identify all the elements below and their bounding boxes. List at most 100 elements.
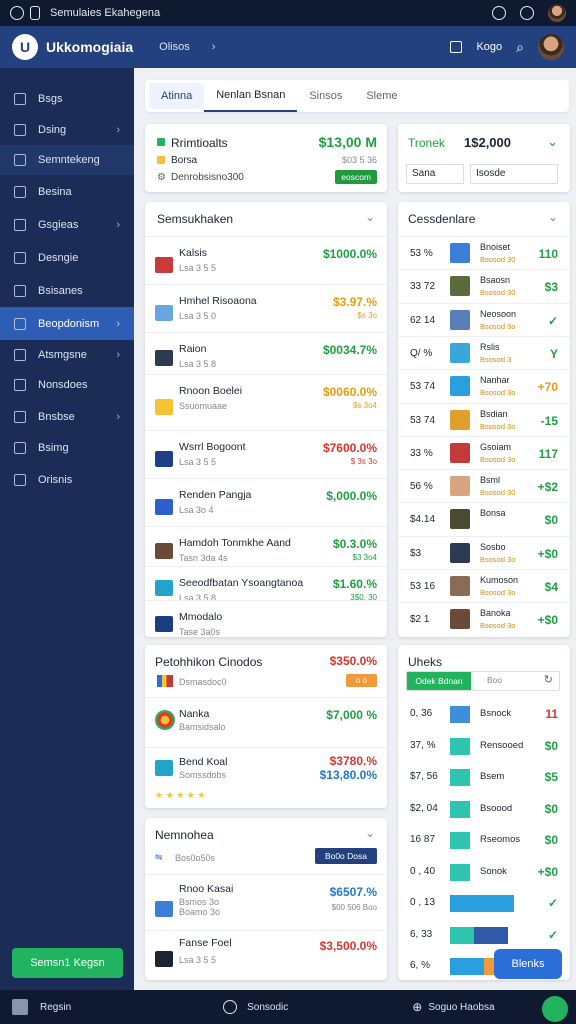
picker-field-b[interactable]: Isosde xyxy=(470,164,558,184)
refresh-icon[interactable]: ↻ xyxy=(544,673,553,686)
sidebar-item-7[interactable]: Bsisanes xyxy=(0,274,134,307)
list-item[interactable]: 53 % Bnoiset Bsosod 30 110 xyxy=(398,236,570,270)
clock-icon[interactable] xyxy=(223,1000,238,1014)
summary-label: Borsa xyxy=(171,155,198,166)
list-item[interactable]: 56 % Bsml Bsosod 30 +$2 xyxy=(398,469,570,503)
topbar-label[interactable]: Kogo xyxy=(476,41,502,53)
sidebar-item-1[interactable]: Bsgs xyxy=(0,82,134,115)
list-card-fourth: Nemnohea ⌄ ⇋ Bos0o50s Bo0o Dosa Rnoo Kas… xyxy=(145,818,387,980)
sidebar-item-6[interactable]: Desngie xyxy=(0,241,134,274)
list-item[interactable]: Wsrrl Bogoont Lsa 3 5 5 $7600.0% $ 3s 3o xyxy=(145,430,387,478)
bottom-left-label[interactable]: Regsin xyxy=(40,1002,71,1013)
list-item[interactable]: 53 74 Nanhar Bsosod 3o +70 xyxy=(398,369,570,403)
list-item[interactable]: Hmhel Risoaona Lsa 3 5 0 $3.97.% $s 3o xyxy=(145,284,387,332)
item-thumbnail xyxy=(155,257,173,273)
list-item[interactable]: Rnoo Kasai Bsmos 3o Boamo 3o $6507.% $00… xyxy=(145,874,387,930)
list-item[interactable]: Nanka Bamsidsalo $7,000 % xyxy=(145,697,387,747)
flag-icon[interactable] xyxy=(450,41,463,53)
chevron-down-icon[interactable]: ⌄ xyxy=(548,210,558,224)
item-sub: Bsosod 3o xyxy=(480,621,516,631)
chevron-right-icon: › xyxy=(116,218,120,231)
sidebar-item-9[interactable]: Atsmgsne › xyxy=(0,340,134,370)
sidebar-item-12[interactable]: Bsimg xyxy=(0,433,134,463)
list-item[interactable]: $2, 04 Bsoood $0 xyxy=(398,794,570,826)
list-item[interactable]: 0 , 40 Sonok +$0 xyxy=(398,857,570,889)
sidebar-item-label: Gsgieas xyxy=(38,218,79,231)
list-item[interactable]: Rnoon Boelei Ssuomuaae $0060.0% $s 3o4 xyxy=(145,374,387,430)
list-item[interactable]: Q/ % Rslis Bsosod 3 Y xyxy=(398,335,570,370)
list-item[interactable]: Fanse Foel Lsa 3 5 5 $3,500.0% xyxy=(145,930,387,978)
logo-icon[interactable]: U xyxy=(12,34,38,60)
list-item[interactable]: 33 % Gsoiam Bsosod 3o 117 xyxy=(398,435,570,470)
list-item[interactable]: Mmodalo Tase 3a0s xyxy=(145,600,387,637)
avatar[interactable] xyxy=(548,4,566,22)
list-item[interactable]: $4.14 Bonsa $0 xyxy=(398,502,570,536)
list-item[interactable]: 53 16 Kumoson Bsosod 3o $4 xyxy=(398,569,570,603)
user-avatar[interactable] xyxy=(538,34,564,60)
list-item[interactable]: $2 1 Banoka Bsosod 3o +$0 xyxy=(398,602,570,636)
list-action-button[interactable]: Bo0o Dosa xyxy=(314,848,377,864)
list-item[interactable]: 62 14 Neosoon Bsosod 3o ✓ xyxy=(398,302,570,337)
tab-3[interactable]: Sinsos xyxy=(297,80,354,112)
list-item[interactable]: Hamdoh Tonmkhe Aand Tasn 3da 4s $0.3.0% $3 … xyxy=(145,526,387,566)
list-item[interactable]: $7, 56 Bsem $5 xyxy=(398,762,570,794)
tab-2[interactable]: Nenlan Bsnan xyxy=(204,80,298,112)
dot-icon xyxy=(157,156,165,164)
item-sub: Bsosod 30 xyxy=(480,255,516,264)
square-icon[interactable] xyxy=(12,999,28,1015)
sidebar-item-5[interactable]: Gsgieas › xyxy=(0,208,134,241)
bottom-mid-label[interactable]: Sonsodic xyxy=(247,1002,288,1013)
search-icon[interactable]: ⌕ xyxy=(516,39,524,56)
notification-icon[interactable] xyxy=(520,6,534,20)
chevron-down-icon[interactable]: ⌄ xyxy=(365,826,375,840)
fab-button[interactable] xyxy=(542,996,568,1022)
item-sub: Bsosod 30 xyxy=(480,288,516,298)
breadcrumb[interactable]: Olisos xyxy=(159,41,190,53)
list-item[interactable]: 16 87 Rseomos $0 xyxy=(398,825,570,857)
wifi-icon[interactable] xyxy=(492,6,506,20)
sidebar-item-8[interactable]: Beopdonism › xyxy=(0,307,134,340)
list-item[interactable]: 0, 36 Bsnock 11 xyxy=(398,699,570,731)
chevron-right-icon: › xyxy=(116,349,120,361)
list-item[interactable]: 6, 33 ✓ xyxy=(398,920,570,952)
segment-a[interactable]: Odek Bdnan xyxy=(407,672,471,690)
list-item[interactable]: Renden Pangja Lsa 3o 4 $,000.0% xyxy=(145,478,387,526)
chevron-down-icon[interactable]: ⌄ xyxy=(547,134,558,150)
sidebar-item-13[interactable]: Orisnis xyxy=(0,463,134,496)
bottom-right-label[interactable]: Soguo Haobsa xyxy=(428,1002,494,1013)
list-item[interactable]: Kalsis Lsa 3 5 5 $1000.0% xyxy=(145,236,387,284)
primary-action-button[interactable]: Blenks xyxy=(494,949,562,979)
sidebar-item-11[interactable]: Bnsbse › xyxy=(0,400,134,433)
list-item[interactable]: Raion Lsa 3 5 8 $0034.7% xyxy=(145,332,387,374)
item-value-secondary: $3 3o4 xyxy=(352,553,377,562)
sidebar-item-3[interactable]: Semntekeng xyxy=(0,145,134,175)
list-item[interactable]: 33 72 Bsaosn Bsosod 30 $3 xyxy=(398,269,570,303)
chevron-down-icon[interactable]: ⌄ xyxy=(365,210,375,224)
list-item[interactable]: $3 Sosbo Bsosod 3o +$0 xyxy=(398,535,570,570)
list-item[interactable]: Bend Koal Somssdobs $3780.% $13,80.0% ★ … xyxy=(145,747,387,805)
list-item[interactable]: 0 , 13 ✓ xyxy=(398,888,570,920)
segmented-control: Odek Bdnan Boo ↻ xyxy=(406,671,560,691)
sidebar-item-4[interactable]: Besina xyxy=(0,175,134,208)
item-sub: Bsosod 3o xyxy=(480,588,516,597)
sidebar-item-2[interactable]: Dsing › xyxy=(0,115,134,145)
item-value: ✓ xyxy=(547,313,558,328)
list-item[interactable]: Seeodfbatan Ysoangtanoa Lsa 3 5 8 $1.60.% 3… xyxy=(145,566,387,603)
item-sub: Bamsidsalo xyxy=(179,722,226,732)
sidebar-action-button[interactable]: Semsn1 Kegsn xyxy=(12,948,123,978)
segment-b[interactable]: Boo xyxy=(487,675,502,685)
sidebar-item-label: Desngie xyxy=(38,251,79,264)
list-card-third: Petohhikon Cinodos $350.0% Dsmasdoc0 o o… xyxy=(145,645,387,808)
plus-icon[interactable]: ⊕ xyxy=(412,1000,422,1014)
list-item[interactable]: 53 74 Bsdian Bsosod 3o -15 xyxy=(398,402,570,437)
picker-field-a[interactable]: Sana xyxy=(406,164,464,184)
sidebar-item-10[interactable]: Nonsdoes xyxy=(0,370,134,400)
item-name: Bsaosn xyxy=(480,275,511,286)
item-value: ✓ xyxy=(547,896,558,910)
list-item[interactable]: 37, % Rensooed $0 xyxy=(398,731,570,763)
item-value-secondary: $s 3o xyxy=(357,311,377,320)
tab-4[interactable]: Sleme xyxy=(354,80,409,112)
item-sub: Bsosod 3o xyxy=(480,554,516,564)
item-thumbnail xyxy=(450,542,470,563)
tab-1[interactable]: Atinna xyxy=(149,83,205,109)
